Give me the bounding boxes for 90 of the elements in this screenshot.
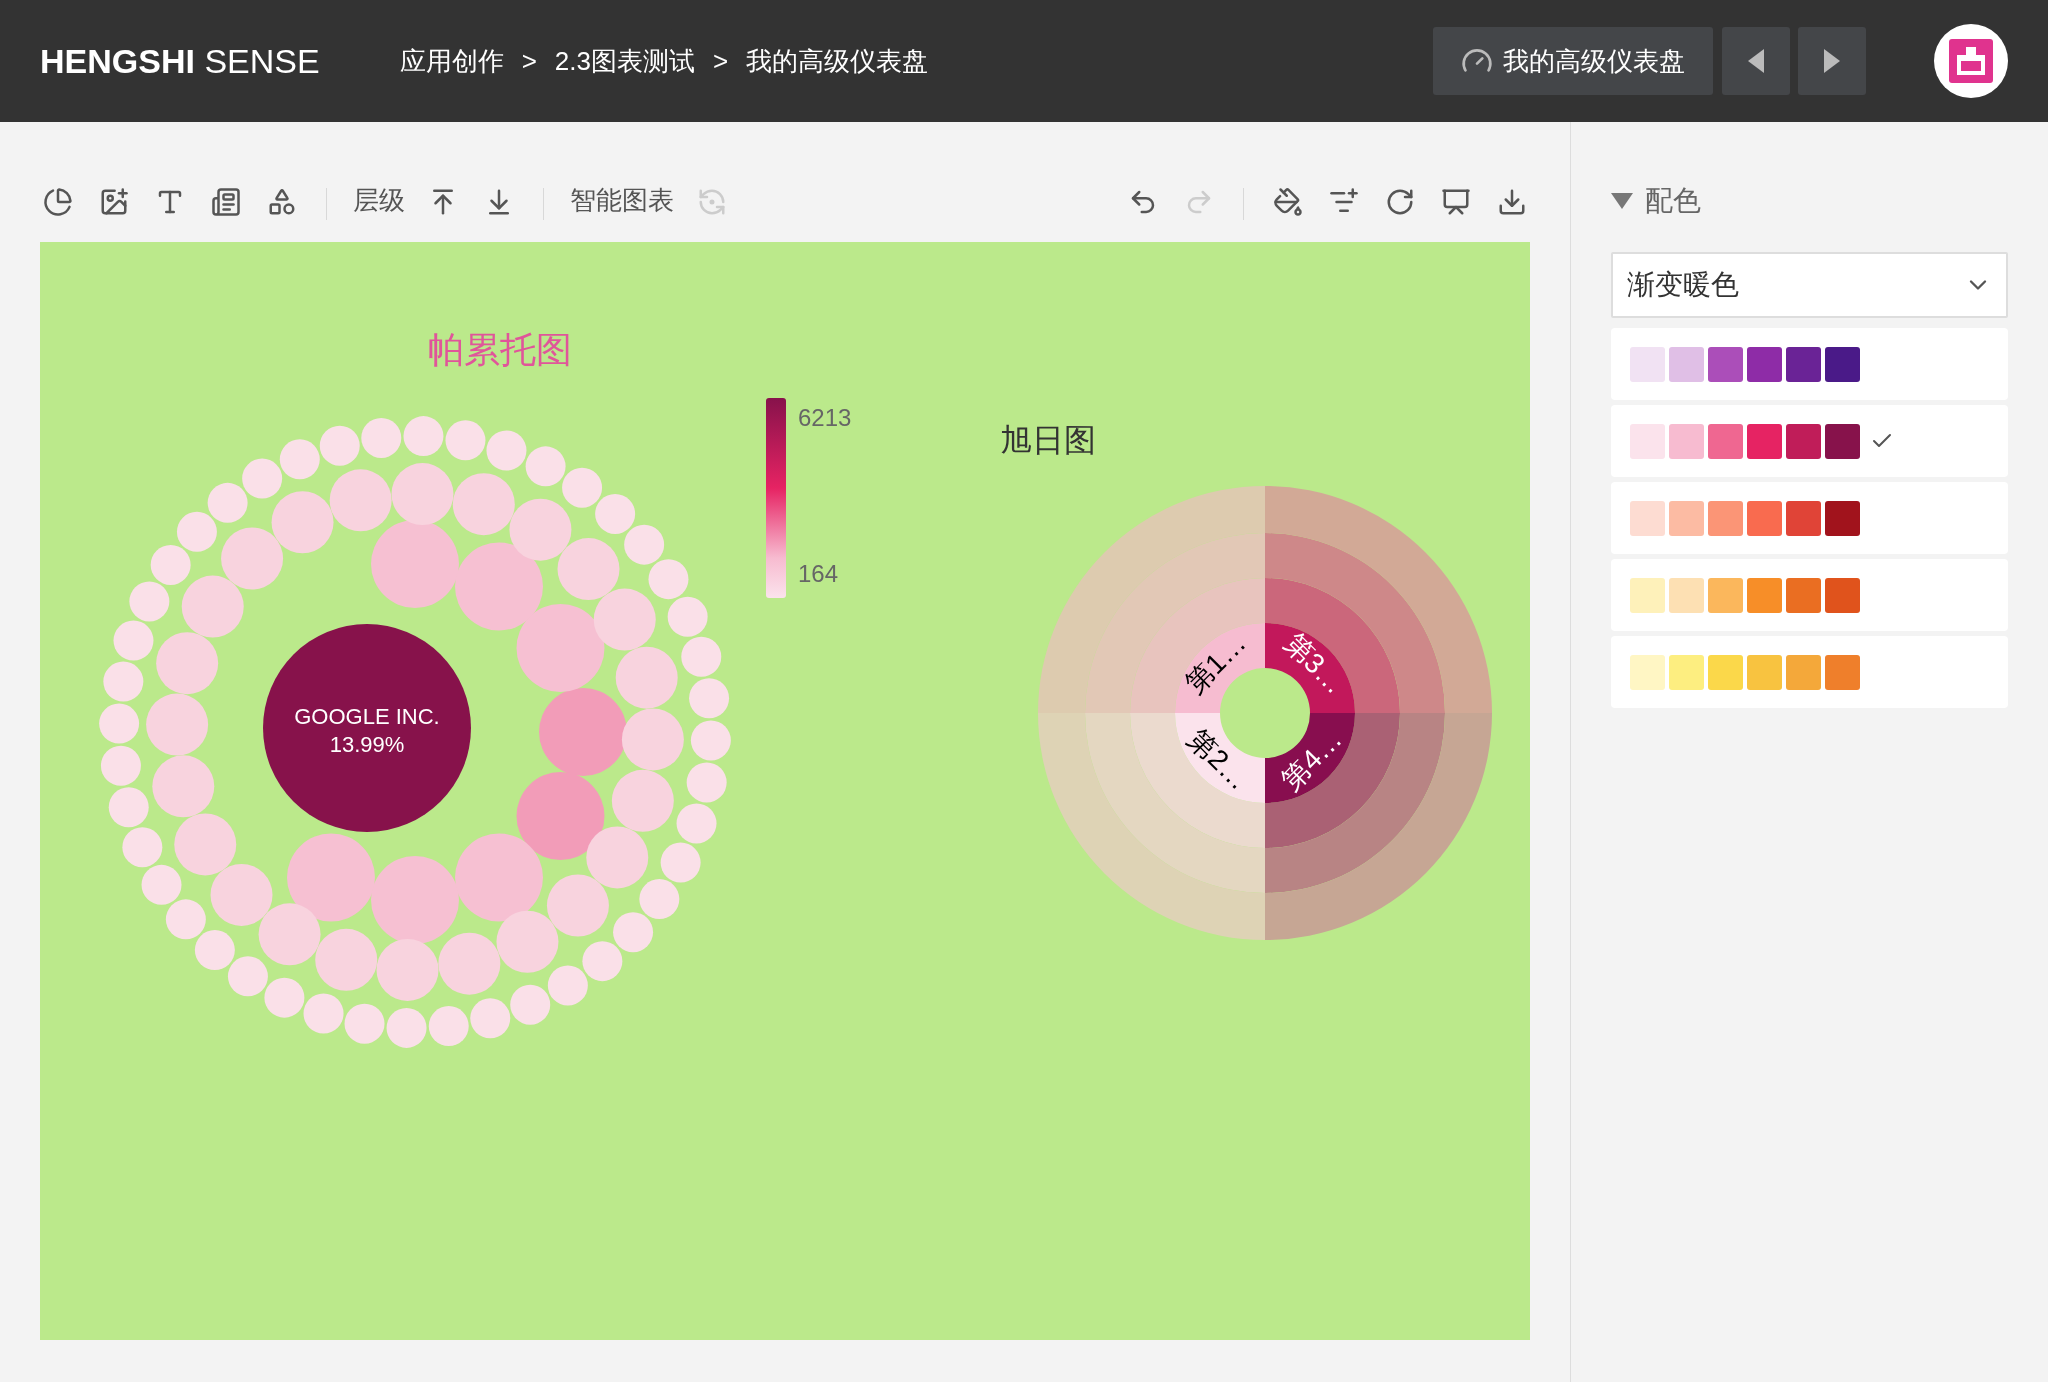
bubble xyxy=(122,827,163,868)
bubble xyxy=(486,430,527,471)
right-triangle-icon xyxy=(1824,49,1840,73)
segment-label: 第4… xyxy=(1275,723,1348,796)
breadcrumb-separator: > xyxy=(521,44,537,78)
image-icon xyxy=(99,187,129,217)
bubble-value: 13.99% xyxy=(329,732,405,757)
bubble xyxy=(103,661,144,702)
paint-bucket-icon xyxy=(1273,187,1303,217)
bubble-label: GOOGLE INC. xyxy=(294,704,440,729)
bubble xyxy=(100,745,141,786)
bubble xyxy=(319,425,360,466)
bubble xyxy=(510,984,551,1025)
presentation-icon xyxy=(1441,187,1471,217)
previous-button[interactable] xyxy=(1722,27,1790,95)
bubble xyxy=(676,803,717,844)
bubble xyxy=(525,446,566,487)
bubble xyxy=(557,538,620,601)
bubble xyxy=(452,473,515,536)
bubble xyxy=(99,703,140,744)
bubble xyxy=(546,874,609,937)
bubble xyxy=(303,993,344,1034)
smart-chart-label: 智能图表 xyxy=(570,184,674,217)
bubble xyxy=(264,977,305,1018)
avatar-icon xyxy=(1949,39,1993,83)
bubble xyxy=(582,941,623,982)
chart-title: 旭日图 xyxy=(1000,422,1096,458)
bubble xyxy=(613,912,654,953)
bubble xyxy=(403,416,444,457)
bubble xyxy=(624,524,665,565)
bubble xyxy=(667,596,708,637)
chart-title: 帕累托图 xyxy=(428,330,572,370)
bubble xyxy=(681,636,722,677)
shapes-icon xyxy=(267,187,297,217)
bubble xyxy=(315,928,378,991)
section-header[interactable]: 配色 xyxy=(1611,180,1701,222)
bubble xyxy=(194,930,235,971)
bubble xyxy=(595,493,636,534)
bubble xyxy=(660,842,701,883)
bubble xyxy=(438,932,501,995)
bubble xyxy=(329,469,392,532)
bubble xyxy=(445,420,486,461)
palette-option[interactable] xyxy=(1611,328,2008,400)
breadcrumb-link[interactable]: 我的高级仪表盘 xyxy=(746,41,929,81)
bubble xyxy=(621,708,684,771)
bubble xyxy=(689,678,730,719)
bubble xyxy=(165,899,206,940)
breadcrumb-link[interactable]: 2.3图表测试 xyxy=(554,41,695,81)
bubble xyxy=(210,863,273,926)
bubble xyxy=(376,938,439,1001)
next-button[interactable] xyxy=(1798,27,1866,95)
breadcrumb-separator: > xyxy=(713,44,729,78)
bubble xyxy=(386,1007,427,1048)
segment-label: 第1… xyxy=(1179,627,1252,700)
bubble xyxy=(279,439,320,480)
bubble xyxy=(156,632,219,695)
bubble xyxy=(152,755,215,818)
bubble xyxy=(615,646,678,709)
bubble xyxy=(686,762,727,803)
bubble xyxy=(221,527,284,590)
breadcrumb-link[interactable]: 应用创作 xyxy=(399,41,504,81)
bubble xyxy=(361,417,402,458)
left-triangle-icon xyxy=(1748,49,1764,73)
bubble xyxy=(611,769,674,832)
bubble xyxy=(690,720,731,761)
app-logo: HENGSHI SENSE xyxy=(40,40,320,82)
bubble xyxy=(113,620,154,661)
palette-option[interactable] xyxy=(1611,482,2008,554)
bubble xyxy=(129,581,170,622)
bubble xyxy=(428,1006,469,1047)
bubble xyxy=(176,511,217,552)
legend-max-value: 6213 xyxy=(798,403,852,433)
bubble xyxy=(146,693,209,756)
layout-icon xyxy=(211,187,241,217)
scheme-select[interactable]: 渐变暖色 xyxy=(1611,252,2008,318)
bubble xyxy=(108,787,149,828)
layer-label: 层级 xyxy=(353,184,405,217)
collapse-triangle-icon xyxy=(1611,193,1633,209)
download-icon xyxy=(1497,187,1527,217)
dashboard-button[interactable]: 我的高级仪表盘 xyxy=(1433,27,1713,95)
legend-min-value: 164 xyxy=(798,559,840,589)
palette-option[interactable] xyxy=(1611,405,2008,477)
segment-label: 第3… xyxy=(1278,627,1351,700)
pie-chart-icon xyxy=(43,187,73,217)
refresh-icon xyxy=(1385,187,1415,217)
bubble xyxy=(344,1003,385,1044)
bubble xyxy=(470,998,511,1039)
bubble xyxy=(391,463,454,526)
segment-label: 第2… xyxy=(1182,723,1255,796)
bubble xyxy=(207,482,248,523)
